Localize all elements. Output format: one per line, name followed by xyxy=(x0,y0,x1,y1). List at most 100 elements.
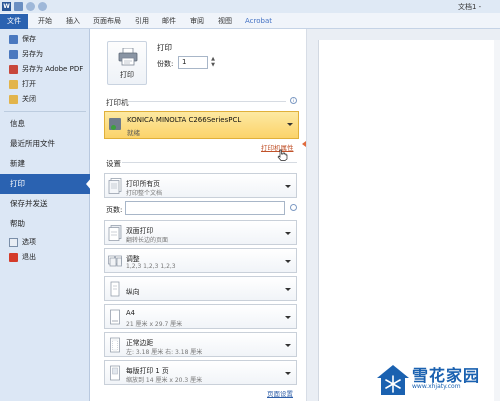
pages-info-icon[interactable] xyxy=(290,204,297,211)
setting-sub: 1,2,3 1,2,3 1,2,3 xyxy=(126,263,176,270)
page-setup-link[interactable]: 页面设置 xyxy=(267,388,293,398)
nav-save-as-pdf[interactable]: 另存为 Adobe PDF xyxy=(0,62,90,77)
tab-home[interactable]: 开始 xyxy=(38,15,52,28)
setting-main: 纵向 xyxy=(126,288,140,296)
tab-review[interactable]: 审阅 xyxy=(190,15,204,28)
nav-open[interactable]: 打开 xyxy=(0,77,90,92)
chevron-down-icon xyxy=(285,372,291,375)
setting-main: 打印所有页 xyxy=(126,180,160,188)
nav-save-send[interactable]: 保存并发送 xyxy=(0,194,90,214)
chevron-down-icon xyxy=(285,344,291,347)
tab-view[interactable]: 视图 xyxy=(218,15,232,28)
printer-status: 就绪 xyxy=(127,129,140,137)
ribbon-tab-bar: 文件 开始 插入 页面布局 引用 邮件 审阅 视图 Acrobat xyxy=(0,13,500,29)
tab-references[interactable]: 引用 xyxy=(135,15,149,28)
snowflake-house-logo xyxy=(377,365,409,395)
nav-recent[interactable]: 最近所用文件 xyxy=(0,134,90,154)
margins-icon xyxy=(110,337,120,353)
quick-save-icon[interactable] xyxy=(14,2,23,11)
print-button[interactable]: 打印 xyxy=(107,41,147,85)
tab-acrobat[interactable]: Acrobat xyxy=(245,15,272,28)
portrait-icon xyxy=(110,281,120,297)
tab-page-layout[interactable]: 页面布局 xyxy=(93,15,121,28)
nav-save-as-label: 另存为 xyxy=(22,50,43,58)
nav-save-as-pdf-label: 另存为 Adobe PDF xyxy=(22,65,84,73)
save-as-icon xyxy=(9,50,18,59)
setting-sub: 翻转长边的页面 xyxy=(126,237,169,244)
copies-spinner[interactable]: ▲ ▼ xyxy=(209,56,217,69)
setting-duplex[interactable]: 双面打印 翻转长边的页面 xyxy=(104,220,297,245)
duplex-icon xyxy=(108,225,122,241)
printer-section-title: 打印机 xyxy=(106,98,129,107)
collate-icon xyxy=(108,255,122,267)
site-watermark: 雪花家园 www.xhjaty.com xyxy=(372,356,500,401)
printer-select[interactable]: KONICA MINOLTA C266SeriesPCL 就绪 xyxy=(104,111,299,139)
print-heading: 打印 xyxy=(157,43,172,52)
setting-sub: 左: 3.18 厘米 右: 3.18 厘米 xyxy=(126,349,203,356)
title-bar: W 文档1 - xyxy=(0,0,500,13)
pages-input[interactable] xyxy=(125,201,285,215)
backstage-nav: 保存 另存为 另存为 Adobe PDF 打开 关闭 信息 最近所用文件 新建 … xyxy=(0,29,90,401)
tab-mailings[interactable]: 邮件 xyxy=(162,15,176,28)
nav-print[interactable]: 打印 xyxy=(0,174,90,194)
chevron-down-icon xyxy=(285,316,291,319)
pages-icon xyxy=(108,178,122,194)
nav-exit-label: 退出 xyxy=(22,253,36,261)
hand-cursor-icon xyxy=(277,149,288,161)
nav-open-label: 打开 xyxy=(22,80,36,88)
copies-label: 份数: xyxy=(157,60,174,68)
nav-options[interactable]: 选项 xyxy=(0,235,90,250)
nav-exit[interactable]: 退出 xyxy=(0,250,90,265)
nav-save-as[interactable]: 另存为 xyxy=(0,47,90,62)
chevron-down-icon xyxy=(285,185,291,188)
setting-sub: 打印整个文档 xyxy=(126,190,163,197)
pages-label: 页数: xyxy=(106,206,123,214)
setting-collate[interactable]: 调整 1,2,3 1,2,3 1,2,3 xyxy=(104,248,297,273)
settings-section-title: 设置 xyxy=(106,159,121,168)
tab-insert[interactable]: 插入 xyxy=(66,15,80,28)
print-button-label: 打印 xyxy=(120,71,134,79)
setting-main: 调整 xyxy=(126,255,140,263)
nav-new[interactable]: 新建 xyxy=(0,154,90,174)
printer-section-rule xyxy=(128,101,286,102)
word-app-icon: W xyxy=(2,2,11,11)
chevron-down-icon xyxy=(287,123,293,126)
nav-options-label: 选项 xyxy=(22,238,36,246)
copies-input[interactable]: 1 xyxy=(178,56,208,69)
nav-help[interactable]: 帮助 xyxy=(0,214,90,234)
options-icon xyxy=(9,238,18,247)
close-folder-icon xyxy=(9,95,18,104)
setting-main: 双面打印 xyxy=(126,227,154,235)
setting-print-range[interactable]: 打印所有页 打印整个文档 xyxy=(104,173,297,198)
nav-divider xyxy=(4,111,86,112)
preview-scrollbar[interactable] xyxy=(494,40,500,401)
setting-sub: 21 厘米 x 29.7 厘米 xyxy=(126,321,183,328)
nav-close-label: 关闭 xyxy=(22,95,36,103)
chevron-down-icon xyxy=(285,232,291,235)
quick-access-toolbar: W xyxy=(2,2,47,11)
setting-orientation[interactable]: 纵向 xyxy=(104,276,297,301)
setting-main: 正常边距 xyxy=(126,339,154,347)
setting-pages-per-sheet[interactable]: 每版打印 1 页 缩放到 14 厘米 x 20.3 厘米 xyxy=(104,360,297,385)
save-icon xyxy=(9,35,18,44)
document-title: 文档1 - xyxy=(458,3,482,11)
setting-main: A4 xyxy=(126,309,135,317)
undo-icon[interactable] xyxy=(26,2,35,11)
redo-icon[interactable] xyxy=(38,2,47,11)
pages-per-sheet-icon xyxy=(110,365,120,381)
nav-close[interactable]: 关闭 xyxy=(0,92,90,107)
chevron-down-icon xyxy=(285,260,291,263)
spin-down-icon[interactable]: ▼ xyxy=(209,62,217,68)
setting-sub: 缩放到 14 厘米 x 20.3 厘米 xyxy=(126,377,203,384)
setting-margins[interactable]: 正常边距 左: 3.18 厘米 右: 3.18 厘米 xyxy=(104,332,297,357)
nav-info[interactable]: 信息 xyxy=(0,114,90,134)
tab-file[interactable]: 文件 xyxy=(0,14,28,29)
printer-info-icon[interactable]: i xyxy=(290,97,297,104)
setting-main: 每版打印 1 页 xyxy=(126,367,169,375)
nav-save[interactable]: 保存 xyxy=(0,32,90,47)
printer-icon xyxy=(118,48,138,66)
pdf-icon xyxy=(9,65,18,74)
folder-open-icon xyxy=(9,80,18,89)
setting-paper-size[interactable]: A4 21 厘米 x 29.7 厘米 xyxy=(104,304,297,329)
settings-section-rule xyxy=(122,162,297,163)
